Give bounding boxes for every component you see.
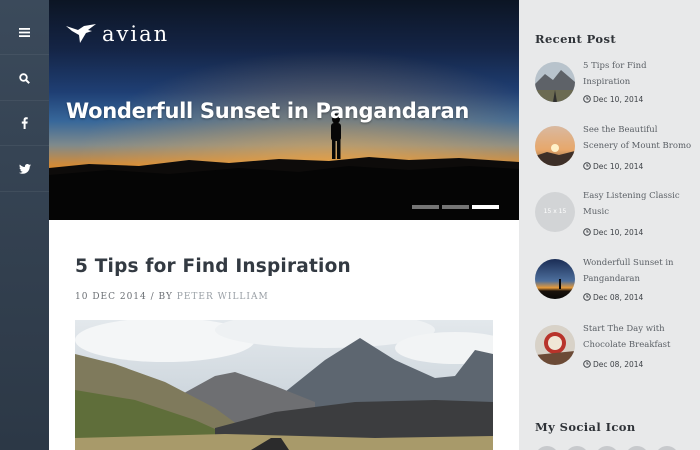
- hero-slider[interactable]: avian Wonderfull Sunset in Pangandaran: [49, 0, 519, 220]
- social-icon[interactable]: [655, 446, 679, 450]
- facebook-button[interactable]: [0, 101, 49, 146]
- social-icon-row: [535, 446, 679, 450]
- post-meta: 10 DEC 2014 / BY PETER WILLIAM: [75, 292, 269, 302]
- social-icon[interactable]: [595, 446, 619, 450]
- slide-dot-3[interactable]: [472, 205, 499, 209]
- twitter-button[interactable]: [0, 147, 49, 192]
- recent-post-thumb[interactable]: [535, 62, 575, 102]
- recent-post-item[interactable]: 5 Tips for Find Inspiration Dec 10, 2014: [535, 61, 695, 122]
- search-button[interactable]: [0, 56, 49, 101]
- recent-post-item[interactable]: Wonderfull Sunset in Pangandaran Dec 08,…: [535, 258, 695, 319]
- clock-icon: [583, 228, 591, 236]
- recent-post-item[interactable]: Start The Day with Chocolate Breakfast D…: [535, 324, 695, 385]
- clock-icon: [583, 360, 591, 368]
- social-icon[interactable]: [535, 446, 559, 450]
- recent-post-title[interactable]: 5 Tips for Find Inspiration: [583, 58, 695, 90]
- recent-post-title[interactable]: Wonderfull Sunset in Pangandaran: [583, 255, 695, 287]
- recent-post-date: Dec 10, 2014: [583, 228, 643, 237]
- recent-post-thumb[interactable]: [535, 325, 575, 365]
- social-icon-heading: My Social Icon: [535, 420, 636, 434]
- facebook-icon: [21, 117, 28, 129]
- recent-post-date: Dec 10, 2014: [583, 95, 643, 104]
- brand-name: avian: [102, 22, 170, 46]
- recent-post-title[interactable]: Easy Listening Classic Music: [583, 188, 695, 220]
- clock-icon: [583, 95, 591, 103]
- clock-icon: [583, 162, 591, 170]
- recent-post-thumb[interactable]: [535, 126, 575, 166]
- icon-rail: [0, 0, 49, 450]
- recent-post-item[interactable]: 15 x 15 Easy Listening Classic Music Dec…: [535, 191, 695, 252]
- recent-post-item[interactable]: See the Beautiful Scenery of Mount Bromo…: [535, 125, 695, 186]
- slider-pagination: [412, 205, 499, 209]
- menu-button[interactable]: [0, 10, 49, 55]
- recent-post-heading: Recent Post: [535, 32, 617, 46]
- social-icon[interactable]: [625, 446, 649, 450]
- brand-logo[interactable]: avian: [66, 22, 169, 46]
- recent-post-title[interactable]: See the Beautiful Scenery of Mount Bromo: [583, 122, 695, 154]
- post-by: / BY: [150, 292, 173, 302]
- recent-post-thumb[interactable]: [535, 259, 575, 299]
- post-card: 5 Tips for Find Inspiration 10 DEC 2014 …: [49, 220, 519, 450]
- social-icon[interactable]: [565, 446, 589, 450]
- right-sidebar: Recent Post 5 Tips for Find Inspiration …: [519, 0, 700, 450]
- recent-post-date: Dec 08, 2014: [583, 293, 643, 302]
- recent-post-thumb[interactable]: 15 x 15: [535, 192, 575, 232]
- hero-title[interactable]: Wonderfull Sunset in Pangandaran: [66, 96, 469, 126]
- post-title[interactable]: 5 Tips for Find Inspiration: [75, 254, 351, 280]
- search-icon: [19, 72, 30, 84]
- recent-post-title[interactable]: Start The Day with Chocolate Breakfast: [583, 321, 695, 353]
- recent-post-date: Dec 10, 2014: [583, 162, 643, 171]
- thumb-placeholder-text: 15 x 15: [543, 208, 567, 215]
- post-date: 10 DEC 2014: [75, 292, 147, 302]
- menu-icon: [19, 27, 30, 37]
- slide-dot-2[interactable]: [442, 205, 469, 209]
- bird-logo-icon: [66, 24, 96, 43]
- clock-icon: [583, 293, 591, 301]
- twitter-icon: [18, 164, 31, 174]
- post-author[interactable]: PETER WILLIAM: [177, 292, 269, 302]
- post-featured-image[interactable]: [75, 320, 493, 450]
- slide-dot-1[interactable]: [412, 205, 439, 209]
- recent-post-date: Dec 08, 2014: [583, 360, 643, 369]
